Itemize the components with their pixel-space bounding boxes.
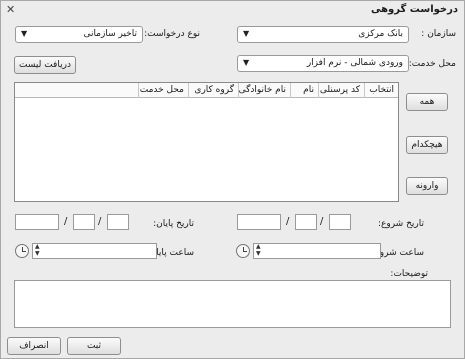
start-date-month-input[interactable] xyxy=(295,214,317,230)
close-icon[interactable]: ✕ xyxy=(6,3,15,16)
date-separator: / xyxy=(286,216,290,227)
start-date-year-input[interactable] xyxy=(237,214,281,230)
col-header-work-group[interactable]: گروه کاری xyxy=(188,83,238,98)
start-time-spinner[interactable]: ▲ ▼ xyxy=(253,243,381,259)
request-type-select[interactable]: تاخیر سازمانی ▼ xyxy=(15,26,143,43)
spin-down-icon[interactable]: ▼ xyxy=(35,250,40,257)
window-title: درخواست گروهی xyxy=(371,4,458,15)
dropdown-arrow-icon: ▼ xyxy=(21,29,28,38)
get-list-button[interactable]: دریافت لیست xyxy=(14,56,76,74)
notes-label: توضیحات: xyxy=(390,269,428,279)
service-place-select[interactable]: ورودی شمالی - نرم افزار ▼ xyxy=(237,55,409,72)
org-value: بانک مرکزی xyxy=(358,29,403,39)
col-header-last-name[interactable]: نام خانوادگی xyxy=(238,83,290,98)
grid-header: انتخاب کد پرسنلی نام نام خانوادگی گروه ک… xyxy=(15,83,398,98)
spin-up-icon[interactable]: ▲ xyxy=(35,243,40,250)
cancel-button[interactable]: انصراف xyxy=(7,337,61,355)
date-separator: / xyxy=(98,216,102,227)
end-time-spinner[interactable]: ▲ ▼ xyxy=(32,243,157,259)
request-type-value: تاخیر سازمانی xyxy=(83,29,137,39)
org-label: سازمان : xyxy=(421,29,456,39)
col-header-personnel-code[interactable]: کد پرسنلی xyxy=(318,83,364,98)
col-header-service-place[interactable]: محل خدمت xyxy=(138,83,188,98)
dropdown-arrow-icon: ▼ xyxy=(243,58,250,67)
spin-up-icon[interactable]: ▲ xyxy=(256,243,261,250)
clock-icon[interactable] xyxy=(236,244,250,258)
col-header-first-name[interactable]: نام xyxy=(290,83,318,98)
notes-textarea[interactable] xyxy=(14,280,451,328)
service-place-label: محل خدمت: xyxy=(408,59,456,69)
service-place-value: ورودی شمالی - نرم افزار xyxy=(306,58,403,68)
dropdown-arrow-icon: ▼ xyxy=(243,29,250,38)
end-date-month-input[interactable] xyxy=(73,214,95,230)
end-date-year-input[interactable] xyxy=(15,214,59,230)
end-date-day-input[interactable] xyxy=(107,214,129,230)
invert-selection-button[interactable]: وارونه xyxy=(406,177,448,195)
clock-icon[interactable] xyxy=(15,244,29,258)
start-date-label: تاریخ شروع: xyxy=(377,219,424,229)
date-separator: / xyxy=(320,216,324,227)
start-date-day-input[interactable] xyxy=(329,214,351,230)
col-header-select[interactable]: انتخاب xyxy=(364,83,398,98)
select-all-button[interactable]: همه xyxy=(406,93,448,111)
date-separator: / xyxy=(64,216,68,227)
personnel-grid[interactable]: انتخاب کد پرسنلی نام نام خانوادگی گروه ک… xyxy=(14,82,399,202)
spin-down-icon[interactable]: ▼ xyxy=(256,250,261,257)
submit-button[interactable]: ثبت xyxy=(67,337,121,355)
select-none-button[interactable]: هیچکدام xyxy=(406,136,448,154)
group-request-window: ✕ درخواست گروهی سازمان : بانک مرکزی ▼ نو… xyxy=(0,0,465,359)
end-date-label: تاریخ پایان: xyxy=(153,219,194,229)
request-type-label: نوع درخواست: xyxy=(144,29,200,39)
org-select[interactable]: بانک مرکزی ▼ xyxy=(237,26,409,43)
